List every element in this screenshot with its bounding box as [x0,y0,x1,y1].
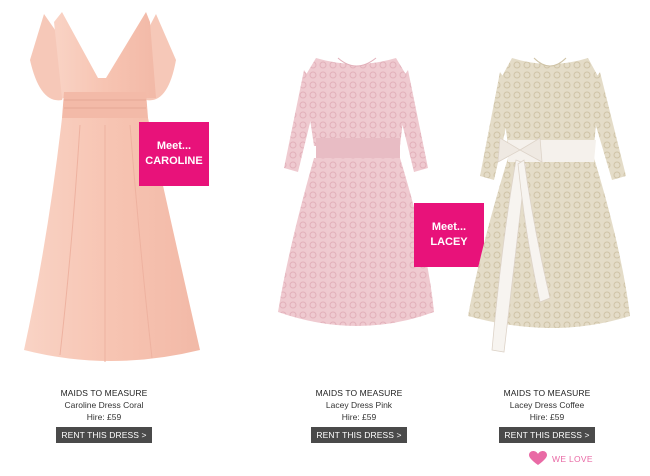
product-name[interactable]: Lacey Dress Coffee [462,399,632,411]
rent-dress-button[interactable]: RENT THIS DRESS > [56,427,152,443]
brand-label: MAIDS TO MEASURE [60,388,148,398]
product-caroline[interactable]: MAIDS TO MEASURE Caroline Dress Coral Hi… [0,0,215,450]
we-love-button[interactable]: WE LOVE [529,451,593,466]
caroline-product-info: MAIDS TO MEASURE Caroline Dress Coral Hi… [19,387,189,443]
rent-dress-button[interactable]: RENT THIS DRESS > [311,427,407,443]
caroline-dress-image[interactable] [0,0,215,380]
product-lacey-coffee[interactable]: MAIDS TO MEASURE Lacey Dress Coffee Hire… [462,0,642,450]
brand-label: MAIDS TO MEASURE [315,388,403,398]
meet-label: Meet... [156,140,192,152]
meet-caroline-badge[interactable]: Meet... CAROLINE [139,122,209,186]
meet-name: CAROLINE [145,155,203,167]
product-name[interactable]: Lacey Dress Pink [274,399,444,411]
product-price: Hire: £59 [86,412,122,422]
meet-label: Meet... [431,221,467,233]
brand-label: MAIDS TO MEASURE [503,388,591,398]
we-love-label: WE LOVE [552,453,593,464]
lacey-coffee-dress-image[interactable] [462,0,642,360]
lacey-pink-product-info: MAIDS TO MEASURE Lacey Dress Pink Hire: … [274,387,444,443]
product-name[interactable]: Caroline Dress Coral [19,399,189,411]
heart-icon [529,451,547,465]
product-price: Hire: £59 [341,412,377,422]
lacey-coffee-product-info: MAIDS TO MEASURE Lacey Dress Coffee Hire… [462,387,632,443]
lacey-pink-dress-image[interactable] [268,0,448,345]
product-price: Hire: £59 [529,412,565,422]
rent-dress-button[interactable]: RENT THIS DRESS > [499,427,595,443]
